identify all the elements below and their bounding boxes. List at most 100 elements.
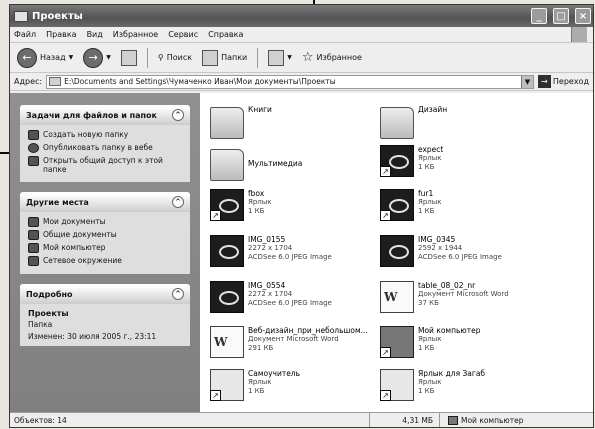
place-my-computer[interactable]: Мой компьютер [28, 243, 182, 253]
menu-help[interactable]: Справка [208, 30, 243, 39]
back-button[interactable]: ← Назад ▼ [14, 46, 76, 70]
favorites-button[interactable]: ☆ Избранное [299, 48, 365, 67]
shortcut-icon: ↗ [210, 369, 244, 401]
close-button[interactable]: × [575, 8, 591, 24]
task-label: Открыть общий доступ к этой папке [43, 156, 163, 174]
my-computer-icon: ↗ [380, 326, 414, 358]
views-button[interactable]: ▼ [265, 48, 295, 68]
file-item[interactable]: Веб-дизайн_при_небольшом... Документ Mic… [210, 326, 380, 358]
file-item[interactable]: ↗ Ярлык для Загаб Ярлык 1 КБ [380, 369, 550, 401]
file-item[interactable]: ↗ fur1 Ярлык 1 КБ [380, 189, 550, 221]
file-size: 1 КБ [248, 387, 265, 395]
status-object-count: Объектов: 14 [10, 413, 370, 427]
details-panel-header[interactable]: Подробно ^ [20, 284, 190, 304]
file-name: Книги [248, 105, 272, 114]
file-item[interactable]: Мультимедиа [210, 147, 380, 181]
menu-file[interactable]: Файл [14, 30, 36, 39]
chevron-down-icon[interactable]: ▼ [520, 75, 533, 88]
collapse-icon[interactable]: ^ [172, 288, 184, 300]
collapse-icon[interactable]: ^ [172, 109, 184, 121]
folder-icon [210, 107, 244, 139]
up-folder-button[interactable] [118, 48, 140, 68]
place-my-documents[interactable]: Мои документы [28, 217, 182, 227]
file-item[interactable]: IMG_0345 2592 x 1944 ACDSee 6.0 JPEG Ima… [380, 235, 550, 267]
file-item[interactable]: ↗ expect Ярлык 1 КБ [380, 145, 550, 177]
up-folder-icon [120, 49, 137, 66]
place-label: Мои документы [43, 217, 106, 226]
details-panel-title: Подробно [26, 289, 73, 299]
windows-logo-icon [571, 27, 587, 42]
chevron-down-icon[interactable]: ▼ [106, 54, 111, 61]
file-item[interactable]: ↗ Самоучитель Ярлык 1 КБ [210, 369, 380, 401]
search-button[interactable]: ⚲ Поиск [155, 51, 195, 64]
my-computer-icon [448, 415, 458, 425]
folder-icon [14, 10, 28, 22]
file-type: Ярлык [248, 198, 272, 206]
file-item[interactable]: IMG_0554 2272 x 1704 ACDSee 6.0 JPEG Ima… [210, 281, 380, 313]
share-folder-icon [28, 156, 39, 166]
search-icon: ⚲ [157, 53, 164, 62]
address-input[interactable]: E:\Documents and Settings\Чумаченко Иван… [46, 74, 534, 89]
file-name: Дизайн [418, 105, 448, 114]
place-label: Общие документы [43, 230, 117, 239]
shortcut-arrow-icon: ↗ [380, 210, 391, 221]
task-publish-web[interactable]: Опубликовать папку в вебе [28, 143, 182, 153]
file-name: Ярлык для Загаб [418, 369, 486, 378]
content-area: Задачи для файлов и папок ^ Создать нову… [10, 93, 593, 412]
status-size: 4,31 МБ [370, 413, 440, 427]
file-size: 1 КБ [248, 207, 265, 215]
place-shared-documents[interactable]: Общие документы [28, 230, 182, 240]
file-item[interactable]: IMG_0155 2272 x 1704 ACDSee 6.0 JPEG Ima… [210, 235, 380, 267]
file-size: 1 КБ [418, 387, 435, 395]
file-item[interactable]: Книги [210, 105, 380, 139]
back-label: Назад [40, 53, 66, 62]
chevron-down-icon[interactable]: ▼ [69, 54, 74, 61]
maximize-button[interactable]: □ [553, 8, 569, 24]
file-name: Мультимедиа [248, 159, 303, 168]
file-type: Документ Microsoft Word [248, 335, 339, 343]
shortcut-arrow-icon: ↗ [380, 390, 391, 401]
star-icon: ☆ [301, 50, 314, 65]
go-button[interactable]: → Переход [537, 75, 589, 88]
file-name: table_08_02_nr [418, 281, 476, 290]
place-network[interactable]: Сетевое окружение [28, 256, 182, 266]
shortcut-arrow-icon: ↗ [380, 347, 391, 358]
collapse-icon[interactable]: ^ [172, 196, 184, 208]
menu-view[interactable]: Вид [87, 30, 103, 39]
file-size: 1 КБ [418, 344, 435, 352]
menu-edit[interactable]: Правка [46, 30, 76, 39]
file-item[interactable]: ↗ fbox Ярлык 1 КБ [210, 189, 380, 221]
image-icon [210, 235, 244, 267]
menu-bar: Файл Правка Вид Избранное Сервис Справка [10, 27, 593, 43]
title-bar[interactable]: Проекты _ □ × [10, 5, 593, 27]
place-label: Сетевое окружение [43, 256, 122, 265]
forward-button[interactable]: → ▼ [80, 46, 114, 70]
folder-icon [210, 149, 244, 181]
file-item[interactable]: Дизайн [380, 105, 550, 139]
task-share-folder[interactable]: Открыть общий доступ к этой папке [28, 156, 182, 174]
chevron-down-icon[interactable]: ▼ [287, 54, 292, 61]
file-size: 1 КБ [418, 207, 435, 215]
folders-button[interactable]: Папки [199, 48, 250, 68]
explorer-window: Проекты _ □ × Файл Правка Вид Избранное … [9, 4, 594, 428]
favorites-label: Избранное [316, 53, 362, 62]
details-modified: Изменен: 30 июля 2005 г., 23:11 [28, 332, 157, 341]
menu-tools[interactable]: Сервис [168, 30, 198, 39]
places-panel-header[interactable]: Другие места ^ [20, 192, 190, 212]
task-new-folder[interactable]: Создать новую папку [28, 130, 182, 140]
tasks-panel-header[interactable]: Задачи для файлов и папок ^ [20, 105, 190, 125]
image-dimensions: 2272 x 1704 [248, 244, 293, 252]
shortcut-icon: ↗ [380, 369, 414, 401]
shortcut-arrow-icon: ↗ [210, 390, 221, 401]
menu-favorites[interactable]: Избранное [113, 30, 158, 39]
places-panel-title: Другие места [26, 197, 89, 207]
address-value: E:\Documents and Settings\Чумаченко Иван… [64, 77, 336, 86]
file-item[interactable]: ↗ Мой компьютер Ярлык 1 КБ [380, 326, 550, 358]
place-label: Мой компьютер [43, 243, 106, 252]
file-size: 1 КБ [418, 163, 435, 171]
details-panel: Подробно ^ Проекты Папка Изменен: 30 июл… [20, 284, 190, 346]
minimize-button[interactable]: _ [531, 8, 547, 24]
file-item[interactable]: table_08_02_nr Документ Microsoft Word 3… [380, 281, 550, 313]
file-name: expect [418, 145, 444, 154]
shortcut-icon: ↗ [380, 145, 414, 177]
